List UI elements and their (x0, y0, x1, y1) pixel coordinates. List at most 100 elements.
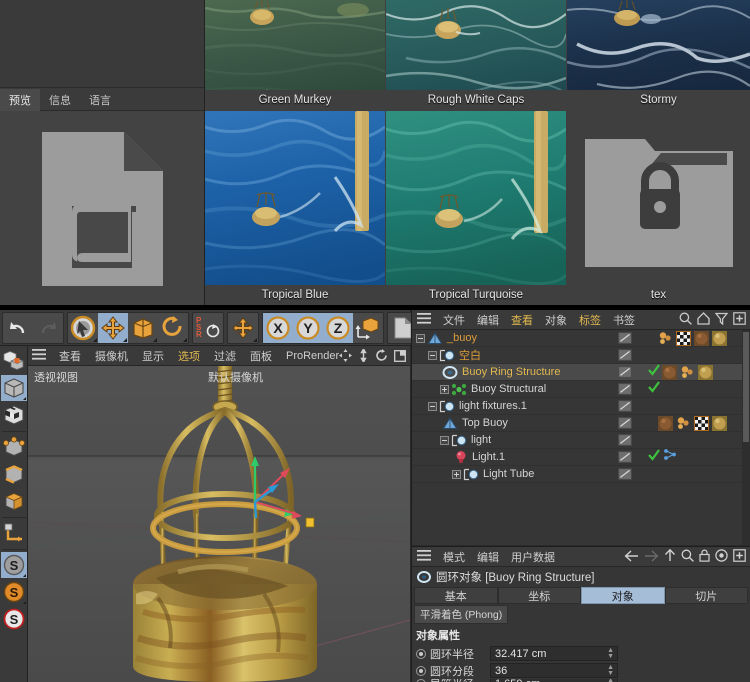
property-toggle-icon[interactable] (416, 648, 426, 659)
visibility-toggles[interactable] (618, 468, 632, 480)
viewport-menu-filter[interactable]: 过滤 (207, 348, 243, 364)
om-menu-bookmark[interactable]: 书签 (607, 312, 641, 328)
tool-polygon-mode[interactable] (1, 488, 27, 514)
visibility-toggles[interactable] (618, 417, 632, 429)
forward-arrow-icon[interactable] (644, 549, 659, 562)
object-tree[interactable]: _buoy 空白 Buoy Ring Structure Buoy Struct… (412, 330, 743, 545)
visibility-toggles[interactable] (618, 383, 632, 395)
back-arrow-icon[interactable] (624, 549, 639, 562)
thumbnail-cell[interactable]: Rough White Caps (386, 0, 566, 110)
expander-collapse-icon[interactable] (416, 333, 425, 343)
expander-collapse-icon[interactable] (428, 401, 437, 411)
tool-axis-mode[interactable] (1, 520, 27, 546)
rotate-tool[interactable] (158, 313, 188, 343)
visibility-toggles[interactable] (618, 349, 632, 361)
tool-snap-s-red[interactable]: S (1, 606, 27, 632)
ring-radius-field[interactable]: 32.417 cm ▲ ▼ (490, 646, 618, 661)
search-icon[interactable] (679, 312, 692, 325)
viewport-3d[interactable]: 透视视图 默认摄像机 (28, 366, 410, 682)
scale-tool[interactable] (128, 313, 158, 343)
om-menu-view[interactable]: 查看 (505, 312, 539, 328)
tab-language[interactable]: 语言 (80, 89, 120, 111)
viewport-menu-panel[interactable]: 面板 (243, 348, 279, 364)
attribute-manager-hamburger-icon[interactable] (412, 548, 437, 566)
zoom-icon[interactable] (358, 349, 369, 362)
stepper-icon[interactable]: ▲▼ (607, 664, 614, 677)
tab-object[interactable]: 对象 (581, 587, 665, 604)
target-icon[interactable] (715, 549, 728, 562)
thumbnail-cell[interactable]: Green Murkey (205, 0, 385, 110)
material-tags[interactable] (662, 364, 713, 380)
scrollbar-thumb[interactable] (743, 332, 749, 442)
viewport-menu-display[interactable]: 显示 (135, 348, 171, 364)
table-row[interactable]: _buoy (412, 330, 743, 347)
viewport-menu-view[interactable]: 查看 (52, 348, 88, 364)
tab-preview[interactable]: 预览 (0, 88, 40, 111)
om-menu-tag[interactable]: 标签 (573, 312, 607, 328)
expander-collapse-icon[interactable] (440, 435, 449, 445)
add-icon[interactable] (733, 312, 746, 325)
world-object-toggle[interactable] (353, 313, 383, 343)
property-row[interactable]: 圆环半径 32.417 cm ▲ ▼ (412, 645, 750, 662)
up-arrow-icon[interactable] (664, 549, 676, 562)
am-menu-userdata[interactable]: 用户数据 (505, 549, 561, 565)
subtab-phong[interactable]: 平滑着色 (Phong) (414, 604, 509, 624)
thumbnail-cell[interactable]: tex (567, 111, 750, 305)
om-menu-file[interactable]: 文件 (437, 312, 471, 328)
table-row[interactable]: Buoy Structural (412, 381, 743, 398)
tool-edge-mode[interactable] (1, 461, 27, 487)
z-axis-lock[interactable]: Z (323, 312, 353, 343)
thumbnail-cell[interactable]: Tropical Blue (205, 111, 385, 305)
table-row[interactable]: Light Tube (412, 466, 743, 483)
om-menu-object[interactable]: 对象 (539, 312, 573, 328)
rotate-view-icon[interactable] (375, 349, 388, 362)
psr-tool[interactable]: P S R (193, 313, 223, 343)
undo-button[interactable] (3, 313, 33, 343)
expander-collapse-icon[interactable] (428, 350, 437, 360)
add-icon[interactable] (733, 549, 746, 562)
table-row[interactable]: light fixtures.1 (412, 398, 743, 415)
folder-locked-icon[interactable] (567, 121, 750, 281)
xpresso-blue-tag-icon[interactable] (663, 448, 678, 466)
move-tool[interactable] (98, 312, 128, 343)
tool-texture-mode[interactable] (1, 402, 27, 428)
expander-expand-icon[interactable] (452, 469, 461, 479)
om-menu-edit[interactable]: 编辑 (471, 312, 505, 328)
viewport-menu-camera[interactable]: 摄像机 (88, 348, 135, 364)
pan-icon[interactable] (339, 349, 352, 362)
tab-info[interactable]: 信息 (40, 89, 80, 111)
viewport-menu-prorender[interactable]: ProRender (279, 350, 346, 362)
table-row[interactable]: Light.1 (412, 449, 743, 466)
tool-point-mode[interactable] (1, 434, 27, 460)
thumbnail-cell[interactable]: Stormy (567, 0, 750, 110)
home-icon[interactable] (697, 312, 710, 325)
table-row[interactable]: 空白 (412, 347, 743, 364)
tool-snap-s-gray[interactable]: S (0, 552, 27, 578)
visibility-toggles[interactable] (618, 400, 632, 412)
table-row[interactable]: light (412, 432, 743, 449)
visibility-toggles[interactable] (618, 332, 632, 344)
thumbnail-cell[interactable]: Tropical Turquoise (386, 111, 566, 305)
ring-segments-field[interactable]: 36 ▲ ▼ (490, 663, 618, 678)
tool-points-edges[interactable] (1, 348, 27, 374)
material-tags[interactable] (658, 330, 727, 346)
tab-coordinates[interactable]: 坐标 (497, 587, 581, 604)
stepper-icon[interactable]: ▲▼ (607, 647, 614, 660)
table-row[interactable]: Top Buoy (412, 415, 743, 432)
file-pane[interactable] (0, 111, 204, 305)
document-book-icon[interactable] (30, 129, 175, 289)
material-tags[interactable] (658, 415, 727, 431)
visibility-toggles[interactable] (618, 366, 632, 378)
object-manager-hamburger-icon[interactable] (412, 311, 437, 329)
tab-slice[interactable]: 切片 (664, 587, 748, 604)
x-axis-lock[interactable]: X (263, 312, 293, 343)
object-manager-scrollbar[interactable] (742, 330, 750, 545)
world-axis-tool[interactable] (228, 313, 258, 343)
lock-icon[interactable] (699, 549, 710, 562)
am-menu-mode[interactable]: 模式 (437, 549, 471, 565)
property-toggle-icon[interactable] (416, 665, 426, 676)
table-row[interactable]: Buoy Ring Structure (412, 364, 743, 381)
tab-basic[interactable]: 基本 (414, 587, 498, 604)
visibility-toggles[interactable] (618, 451, 632, 463)
search-icon[interactable] (681, 549, 694, 562)
